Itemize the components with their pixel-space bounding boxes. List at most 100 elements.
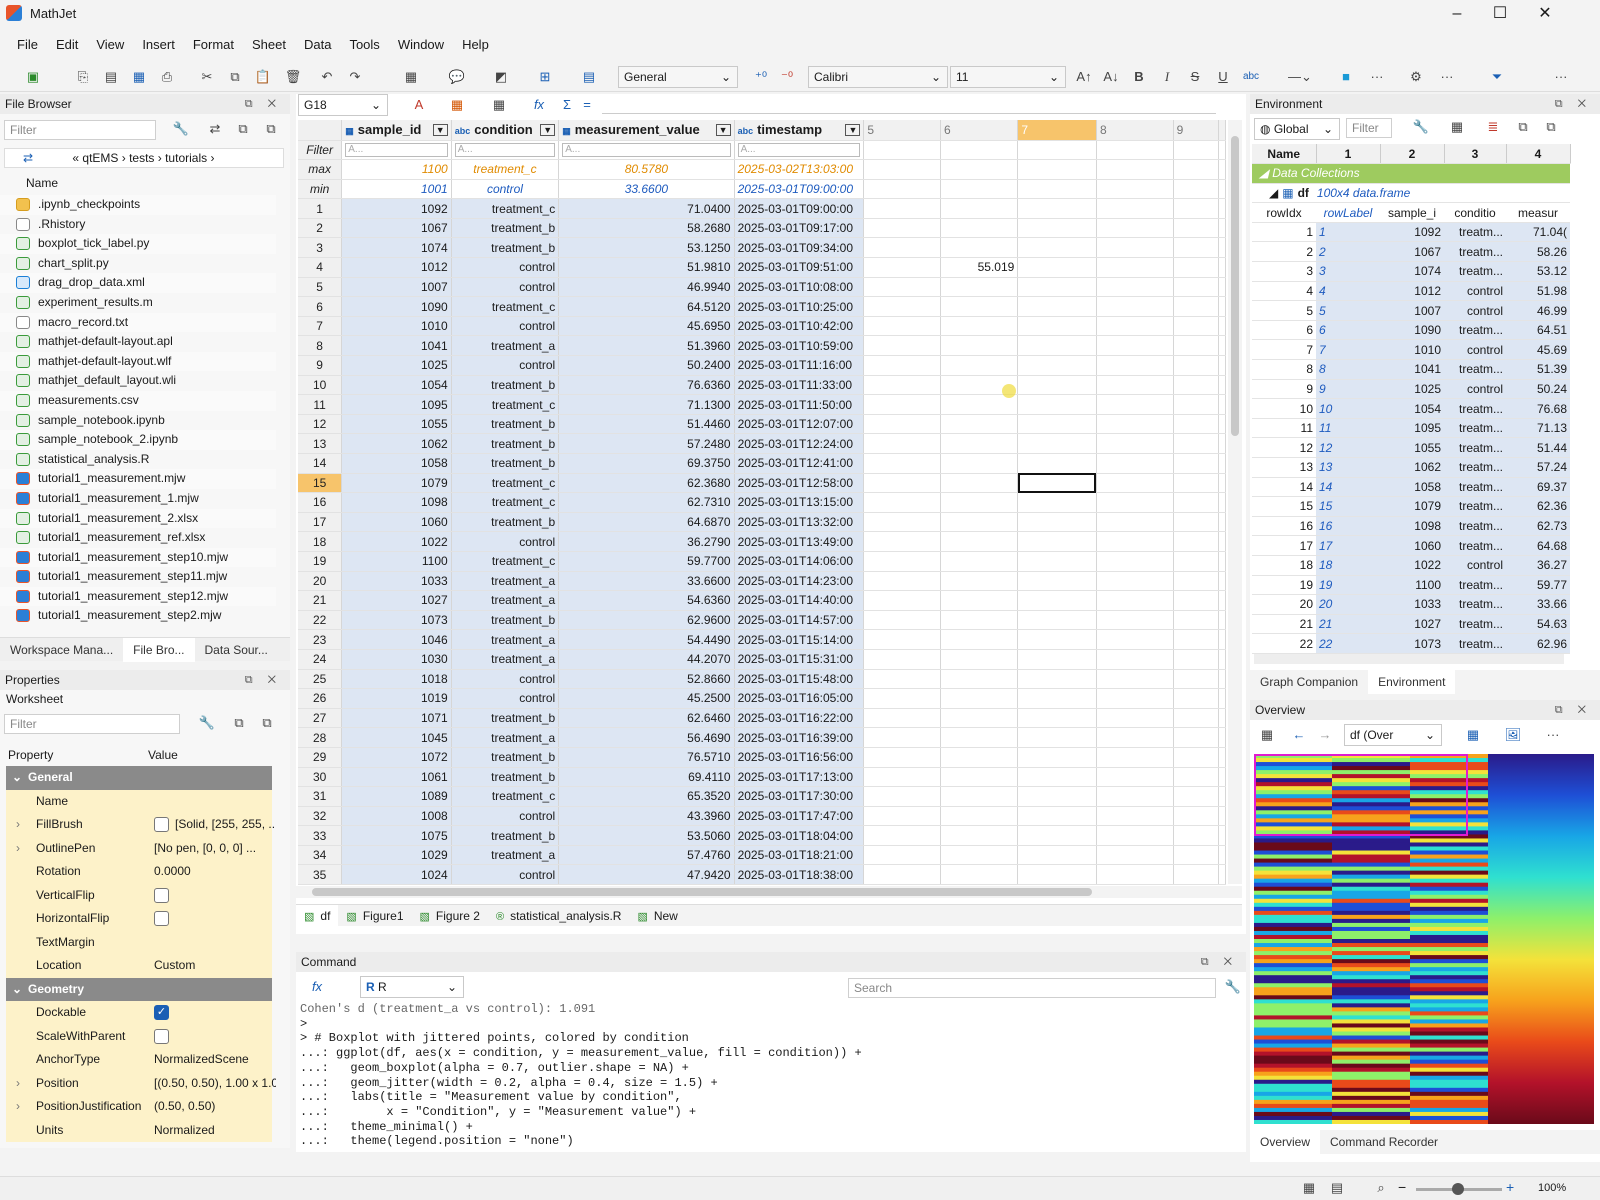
cell-timestamp[interactable]: 2025-03-01T17:30:00	[734, 786, 865, 807]
cell-sample-id[interactable]: 1024	[341, 864, 452, 886]
empty-cell[interactable]	[1218, 257, 1226, 278]
row-header[interactable]: 22	[298, 610, 343, 631]
cell-timestamp[interactable]: 2025-03-01T15:31:00	[734, 649, 865, 670]
cell-timestamp[interactable]: 2025-03-01T18:38:00	[734, 864, 865, 886]
more-icon[interactable]: ···	[1436, 66, 1458, 88]
cell-measurement[interactable]: 45.2500	[558, 688, 735, 709]
empty-cell[interactable]	[863, 571, 942, 592]
empty-cell[interactable]	[1096, 610, 1174, 631]
cell-condition[interactable]: treatment_a	[451, 727, 560, 748]
new-icon[interactable]: ▣	[22, 66, 44, 88]
empty-cell[interactable]	[1218, 277, 1226, 298]
cell-sample-id[interactable]: 1018	[341, 669, 452, 690]
font-family-select[interactable]: Calibri ⌄	[808, 66, 948, 88]
row-header[interactable]: 20	[298, 571, 343, 592]
cell-timestamp[interactable]: 2025-03-01T16:56:00	[734, 747, 865, 768]
empty-cell[interactable]	[940, 237, 1019, 259]
empty-cell[interactable]	[863, 512, 942, 533]
cell-timestamp[interactable]: 2025-03-01T10:08:00	[734, 277, 865, 298]
menu-edit[interactable]: Edit	[47, 34, 87, 55]
scope-select[interactable]: ◍ Global ⌄	[1254, 118, 1340, 140]
cell-measurement[interactable]: 71.1300	[558, 394, 735, 415]
save-icon[interactable]: ▤	[100, 66, 122, 88]
menu-insert[interactable]: Insert	[133, 34, 184, 55]
empty-cell[interactable]	[940, 218, 1019, 239]
empty-cell[interactable]	[1173, 590, 1220, 611]
empty-cell[interactable]	[940, 806, 1019, 827]
empty-cell[interactable]	[940, 688, 1019, 709]
filter-cell[interactable]: A...	[734, 140, 865, 161]
empty-cell[interactable]	[863, 218, 942, 239]
empty-cell[interactable]	[940, 551, 1019, 572]
cell-sample-id[interactable]: 1071	[341, 708, 452, 729]
clear-icon[interactable]: ≣	[1482, 116, 1504, 138]
empty-cell[interactable]	[1017, 414, 1097, 435]
cell-sample-id[interactable]: 1007	[341, 277, 452, 298]
empty-cell[interactable]	[1017, 708, 1097, 729]
redo-icon[interactable]: ↷	[344, 66, 366, 88]
cell-sample-id[interactable]: 1072	[341, 747, 452, 768]
filter-cell[interactable]: A...	[558, 140, 735, 161]
open-icon[interactable]: ⎘	[72, 66, 94, 88]
empty-cell[interactable]	[1017, 492, 1097, 513]
more-icon[interactable]: ···	[1366, 66, 1388, 88]
empty-cell[interactable]	[1173, 571, 1220, 592]
row-header[interactable]: 34	[298, 845, 343, 866]
empty-cell[interactable]	[1017, 786, 1097, 807]
empty-cell[interactable]	[940, 277, 1019, 298]
cell-timestamp[interactable]: 2025-03-01T16:05:00	[734, 688, 865, 709]
cell-sample-id[interactable]: 1045	[341, 727, 452, 748]
empty-cell[interactable]	[1017, 316, 1097, 337]
cell-timestamp[interactable]: 2025-03-01T15:48:00	[734, 669, 865, 690]
italic-icon[interactable]: I	[1156, 66, 1178, 88]
empty-cell[interactable]	[863, 708, 942, 729]
empty-cell[interactable]	[1096, 806, 1174, 827]
empty-cell[interactable]	[1096, 531, 1174, 552]
cell-measurement[interactable]: 58.2680	[558, 218, 735, 239]
cell-sample-id[interactable]: 1019	[341, 688, 452, 709]
empty-cell[interactable]	[940, 727, 1019, 748]
menu-window[interactable]: Window	[389, 34, 453, 55]
empty-cell[interactable]	[940, 355, 1019, 376]
file-item[interactable]: tutorial1_measurement_1.mjw	[0, 489, 276, 509]
empty-cell[interactable]	[1173, 492, 1220, 513]
env-data-row[interactable]: 21 21 1027 treatm... 54.63	[1252, 614, 1570, 635]
empty-cell[interactable]	[863, 551, 942, 572]
cell-timestamp[interactable]: 2025-03-01T09:00:00	[734, 198, 865, 219]
cell-measurement[interactable]: 57.4760	[558, 845, 735, 866]
empty-cell[interactable]	[1218, 414, 1226, 435]
env-data-row[interactable]: 3 3 1074 treatm... 53.12	[1252, 261, 1570, 282]
env-data-row[interactable]: 16 16 1098 treatm... 62.73	[1252, 516, 1570, 537]
empty-cell[interactable]	[1096, 277, 1174, 298]
cell-condition[interactable]: treatment_b	[451, 218, 560, 239]
insert-column-icon[interactable]: ⊞	[534, 66, 556, 88]
empty-cell[interactable]	[863, 198, 942, 219]
row-header[interactable]: 15	[298, 473, 343, 494]
empty-cell[interactable]	[1173, 237, 1220, 259]
cell-timestamp[interactable]: 2025-03-01T09:51:00	[734, 257, 865, 278]
empty-cell[interactable]	[1173, 375, 1220, 396]
empty-cell[interactable]	[863, 786, 942, 807]
sheet-tab[interactable]: ® statistical_analysis.R	[488, 905, 629, 928]
cell-condition[interactable]: treatment_c	[451, 394, 560, 415]
zoom-slider[interactable]	[1416, 1183, 1502, 1195]
empty-cell[interactable]	[1096, 198, 1174, 219]
shrink-font-icon[interactable]: A↓	[1100, 66, 1122, 88]
fill-color-icon[interactable]: ■	[1335, 66, 1357, 88]
env-column-header[interactable]: 2	[1380, 144, 1445, 165]
env-subcolumn-header[interactable]: conditio	[1444, 202, 1506, 223]
cut-icon[interactable]: ✂	[196, 66, 218, 88]
row-header[interactable]: 5	[298, 277, 343, 298]
row-header[interactable]: 18	[298, 531, 343, 552]
cell-condition[interactable]: treatment_c	[451, 198, 560, 219]
empty-cell[interactable]	[1173, 316, 1220, 337]
vertical-scrollbar[interactable]	[1228, 120, 1242, 884]
column-header[interactable]: abc condition ▼	[451, 120, 560, 141]
file-item[interactable]: macro_record.txt	[0, 312, 276, 333]
cell-sample-id[interactable]: 1073	[341, 610, 452, 631]
cell-condition[interactable]: treatment_b	[451, 414, 560, 435]
empty-cell[interactable]	[1218, 394, 1226, 415]
cell-timestamp[interactable]: 2025-03-01T12:41:00	[734, 453, 865, 474]
empty-cell[interactable]	[1096, 296, 1174, 317]
cell-condition[interactable]: treatment_c	[451, 492, 560, 513]
